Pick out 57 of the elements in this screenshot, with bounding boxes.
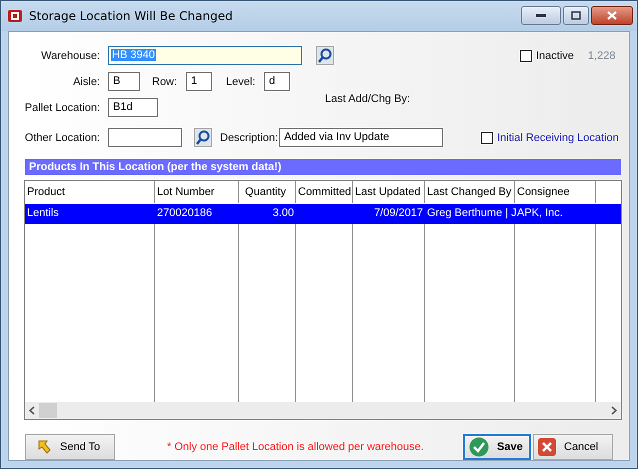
- record-count: 1,228: [588, 50, 616, 62]
- table-cell-text: APK, Inc.: [517, 206, 564, 221]
- section-header: Products In This Location (per the system data!): [25, 159, 621, 175]
- maximize-button[interactable]: [563, 6, 589, 25]
- search-icon: [318, 48, 332, 63]
- checkmark-icon: [469, 437, 489, 457]
- warning-message: * Only one Pallet Location is allowed per warehouse.: [167, 441, 424, 453]
- search-button[interactable]: [316, 46, 334, 65]
- field-label: Pallet Location:: [24, 102, 100, 114]
- table-row[interactable]: Lentils 270020186 3.00 7/09/2017 Greg Berthume | JAPK, Inc.: [25, 203, 621, 224]
- column-header[interactable]: Quantity: [239, 181, 296, 203]
- send-to-button[interactable]: Send To: [25, 434, 115, 460]
- table-cell-text: 7/09/2017: [373, 206, 424, 221]
- scroll-left-icon[interactable]: [29, 406, 35, 415]
- checkbox-label: Initial Receiving Location: [497, 132, 619, 144]
- scroll-right-icon[interactable]: [611, 406, 617, 415]
- close-icon: [607, 11, 617, 20]
- field-label: Row:: [152, 76, 178, 88]
- field-label: Level:: [226, 76, 256, 88]
- field-label: Other Location:: [24, 132, 100, 144]
- aisle-field[interactable]: B: [108, 72, 140, 91]
- close-button[interactable]: [591, 6, 633, 25]
- column-header[interactable]: Consignee: [515, 181, 596, 203]
- column-header[interactable]: Last Changed By: [425, 181, 515, 203]
- column-header[interactable]: Committed: [296, 181, 353, 203]
- table-cell-text: Greg Berthume | J: [426, 206, 515, 221]
- maximize-icon: [571, 11, 581, 20]
- description-field[interactable]: Added via Inv Update: [279, 128, 444, 147]
- field-label: Warehouse:: [40, 50, 100, 62]
- table-cell-text: 270020186: [156, 206, 214, 221]
- search-icon: [196, 130, 210, 145]
- minimize-icon: [536, 14, 546, 18]
- level-field[interactable]: d: [264, 72, 290, 91]
- pallet-location-field[interactable]: B1d: [108, 98, 158, 117]
- row-field[interactable]: 1: [186, 72, 212, 91]
- table-cell-text: Lentils: [26, 206, 60, 221]
- minimize-button[interactable]: [521, 6, 561, 25]
- column-header[interactable]: Product: [25, 181, 155, 203]
- checkbox-label: Inactive: [536, 50, 574, 62]
- close-icon: [538, 438, 556, 456]
- field-value: HB 3940: [111, 49, 156, 61]
- save-button[interactable]: Save: [463, 434, 531, 460]
- field-label: Aisle:: [72, 76, 100, 88]
- initial-receiving-checkbox[interactable]: [481, 132, 494, 144]
- column-header[interactable]: Last Updated: [353, 181, 425, 203]
- cancel-button[interactable]: Cancel: [533, 434, 613, 460]
- scroll-thumb[interactable]: [39, 403, 57, 418]
- table-cell-text: 3.00: [272, 206, 295, 221]
- other-location-field[interactable]: [108, 128, 182, 147]
- column-header[interactable]: Lot Number: [155, 181, 239, 203]
- window-title: Storage Location Will Be Changed: [29, 9, 233, 23]
- field-label: Description:: [220, 132, 278, 144]
- horizontal-scrollbar[interactable]: [25, 402, 621, 419]
- field-label: Last Add/Chg By:: [325, 92, 410, 104]
- search-button[interactable]: [194, 128, 212, 147]
- app-icon: [7, 8, 23, 24]
- arrow-icon: [36, 439, 52, 455]
